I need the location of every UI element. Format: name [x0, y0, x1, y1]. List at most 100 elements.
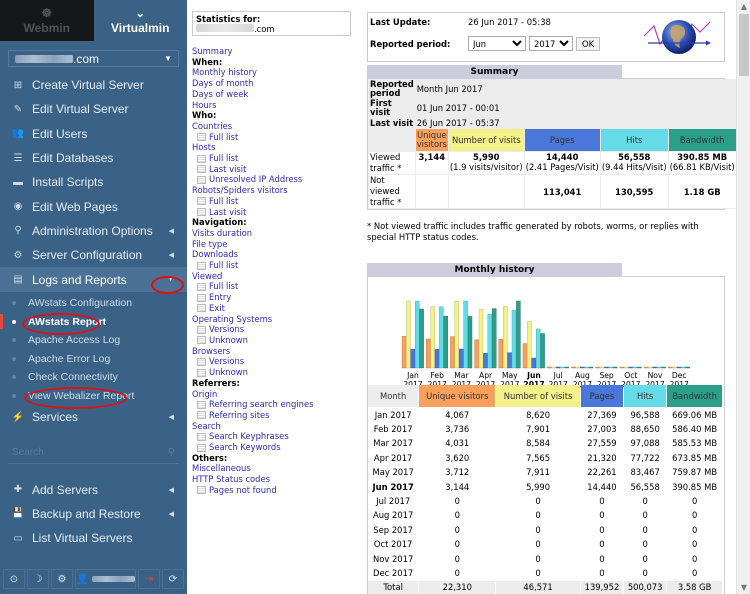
sidebar-item-edit-databases[interactable]: ☰ Edit Databases: [0, 146, 187, 170]
link-http-status-codes[interactable]: HTTP Status codes: [192, 474, 362, 485]
link-robots-spiders-visitors[interactable]: Robots/Spiders visitors: [192, 185, 362, 196]
tab-virtualmin[interactable]: ⌄ Virtualmin: [93, 0, 187, 41]
sublink-full-list[interactable]: Full list: [192, 196, 362, 207]
domain-select[interactable]: .com ▼: [8, 50, 179, 67]
bar-bandwidth-mb-jan: [419, 308, 424, 369]
link-hours[interactable]: Hours: [192, 100, 362, 111]
submenu-item-apache-error-log[interactable]: Apache Error Log: [0, 349, 187, 368]
tab-webmin[interactable]: ☸ Webmin: [0, 0, 94, 41]
sublink-last-visit[interactable]: Last visit: [192, 164, 362, 175]
sidebar-item-edit-users[interactable]: 👥 Edit Users: [0, 122, 187, 146]
caret-left-icon[interactable]: ◀: [169, 227, 174, 235]
link-visits-duration[interactable]: Visits duration: [192, 228, 362, 239]
sidebar-item-create-virtual-server[interactable]: ⊞ Create Virtual Server: [0, 73, 187, 97]
sidebar-item-logs-and-reports[interactable]: ▤ Logs and Reports ▼: [0, 267, 187, 292]
bar-number-of-visits-nov: [648, 366, 653, 369]
caret-left-icon[interactable]: ◀: [169, 413, 174, 421]
x-tick-month-nov: Nov: [648, 371, 663, 380]
link-origin[interactable]: Origin: [192, 389, 362, 400]
sidebar-item-install-scripts[interactable]: ▬ Install Scripts: [0, 170, 187, 194]
value-cell: 56,558: [630, 481, 660, 492]
value-cell: 8,584: [526, 438, 551, 449]
sidebar-item-administration-options[interactable]: ⚲ Administration Options ◀: [0, 219, 187, 243]
month-select[interactable]: Jun: [468, 36, 526, 51]
link-file-type[interactable]: File type: [192, 239, 362, 250]
col-bandwidth: Bandwidth: [668, 129, 736, 151]
not-viewed-note: * Not viewed traffic includes traffic ge…: [367, 221, 699, 242]
sublink-full-list[interactable]: Full list: [192, 132, 362, 143]
sublink-last-visit[interactable]: Last visit: [192, 207, 362, 218]
submenu-item-awstats-report[interactable]: AWstats Report: [0, 312, 187, 331]
link-viewed[interactable]: Viewed: [192, 271, 362, 282]
link-countries[interactable]: Countries: [192, 121, 362, 132]
link-days-of-week[interactable]: Days of week: [192, 89, 362, 100]
sublink-unknown[interactable]: Unknown: [192, 367, 362, 378]
scrollbar-thumb[interactable]: [739, 14, 749, 76]
user-button[interactable]: 👤: [75, 569, 136, 589]
night-mode-button[interactable]: ☽: [27, 569, 49, 589]
table-row: Jun 2017 3,144 5,990 14,440 56,558 390.85 MB: [368, 480, 722, 493]
submenu-item-awstats-configuration[interactable]: AWstats Configuration: [0, 294, 187, 313]
sublink-versions[interactable]: Versions: [192, 324, 362, 335]
sublink-unresolved-ip-address[interactable]: Unresolved IP Address: [192, 174, 362, 185]
sublink-search-keywords[interactable]: Search Keywords: [192, 442, 362, 453]
sublink-full-list[interactable]: Full list: [192, 281, 362, 292]
ok-button[interactable]: OK: [576, 36, 601, 51]
server-configuration-icon: ⚙: [13, 249, 23, 261]
bar-unique-visitors-jun: [522, 343, 528, 369]
sublink-pages-not-found[interactable]: Pages not found: [192, 485, 362, 496]
link-summary[interactable]: Summary: [192, 46, 362, 57]
caret-down-icon[interactable]: ▼: [167, 276, 174, 283]
sidebar-item-label: Services: [32, 410, 79, 425]
sublink-full-list[interactable]: Full list: [192, 153, 362, 164]
link-browsers[interactable]: Browsers: [192, 346, 362, 357]
link-monthly-history[interactable]: Monthly history: [192, 67, 362, 78]
sidebar-search[interactable]: Search ⚲: [8, 442, 179, 464]
sidebar-item-edit-web-pages[interactable]: ◉ Edit Web Pages: [0, 194, 187, 218]
sublink-referring-search-engines[interactable]: Referring search engines: [192, 399, 362, 410]
link-miscellaneous[interactable]: Miscellaneous: [192, 463, 362, 474]
bullet-icon: [12, 356, 16, 361]
link-operating-systems[interactable]: Operating Systems: [192, 314, 362, 325]
submenu-item-view-webalizer-report[interactable]: View Webalizer Report: [0, 387, 187, 406]
not-viewed-value: 1.18 GB: [683, 186, 721, 197]
sublink-entry[interactable]: Entry: [192, 292, 362, 303]
year-select[interactable]: 2017: [529, 36, 573, 51]
link-search[interactable]: Search: [192, 421, 362, 432]
scroll-down-icon[interactable]: ▼: [737, 583, 750, 592]
scroll-up-icon[interactable]: ▲: [737, 2, 750, 11]
section-heading-who: Who:: [192, 110, 217, 121]
refresh-button[interactable]: ⟳: [162, 569, 184, 589]
scrollbar[interactable]: ▲ ▼: [736, 0, 750, 594]
sidebar-item-server-configuration[interactable]: ⚙ Server Configuration ◀: [0, 243, 187, 267]
sublink-referring-sites[interactable]: Referring sites: [192, 410, 362, 421]
bar-number-of-visits-may: [502, 306, 508, 369]
submenu-item-apache-access-log[interactable]: Apache Access Log: [0, 331, 187, 350]
sublink-full-list[interactable]: Full list: [192, 260, 362, 271]
link-hosts[interactable]: Hosts: [192, 142, 362, 153]
logout-button[interactable]: ⇥: [138, 569, 160, 589]
sublink-search-keyphrases[interactable]: Search Keyphrases: [192, 431, 362, 442]
sidebar-item-list-virtual-servers[interactable]: ▭ List Virtual Servers: [0, 526, 187, 550]
caret-left-icon[interactable]: ◀: [169, 486, 174, 494]
sidebar-footer: ⊙ ☽ ⚙ 👤 ⇥ ⟳: [3, 569, 184, 589]
sidebar-item-edit-virtual-server[interactable]: ✎ Edit Virtual Server: [0, 97, 187, 121]
sidebar-item-add-servers[interactable]: ✚ Add Servers ◀: [0, 478, 187, 502]
x-tick-month-apr: Apr: [479, 371, 493, 380]
sidebar-item-services[interactable]: ⚡ Services ◀: [0, 405, 187, 429]
bar-unique-visitors-mar: [450, 336, 455, 369]
submenu-item-check-connectivity[interactable]: Check Connectivity: [0, 368, 187, 387]
sublink-versions[interactable]: Versions: [192, 356, 362, 367]
bar-hits-jan: [415, 301, 420, 369]
chevron-down-icon: ⌄: [135, 5, 146, 20]
sublink-exit[interactable]: Exit: [192, 303, 362, 314]
sidebar-item-backup-and-restore[interactable]: 💾 Backup and Restore ◀: [0, 502, 187, 526]
dashboard-button[interactable]: ⊙: [3, 569, 25, 589]
search-input[interactable]: Search: [12, 447, 44, 458]
link-days-of-month[interactable]: Days of month: [192, 78, 362, 89]
caret-left-icon[interactable]: ◀: [169, 251, 174, 259]
sublink-unknown[interactable]: Unknown: [192, 335, 362, 346]
link-downloads[interactable]: Downloads: [192, 249, 362, 260]
settings-button[interactable]: ⚙: [51, 569, 73, 589]
caret-left-icon[interactable]: ◀: [169, 510, 174, 518]
